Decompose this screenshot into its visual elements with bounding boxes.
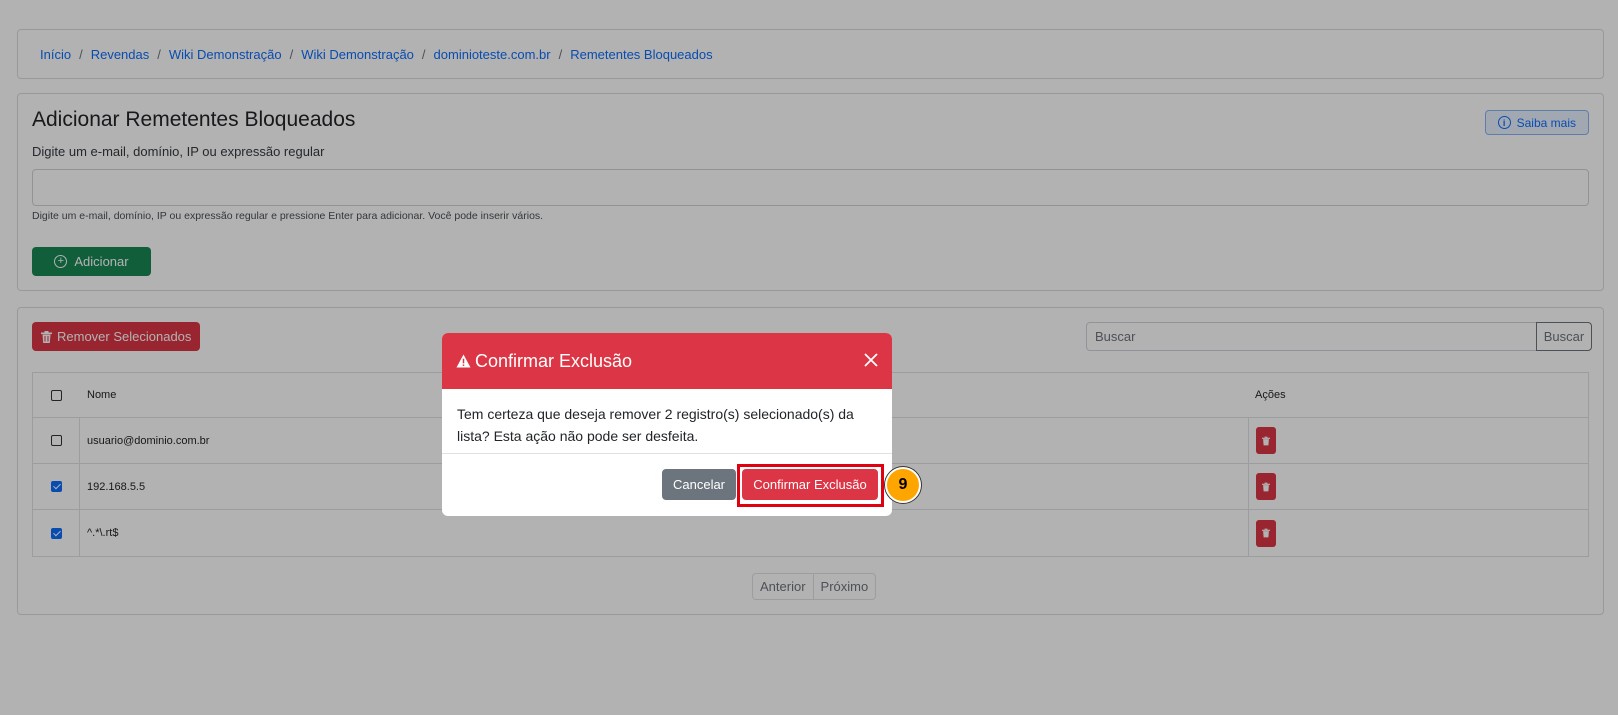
warning-icon — [456, 354, 471, 368]
step-number-badge: 9 — [885, 467, 921, 503]
modal-header: Confirmar Exclusão — [442, 333, 892, 389]
modal-body: Tem certeza que deseja remover 2 registr… — [442, 389, 892, 454]
close-icon[interactable] — [862, 351, 880, 369]
cancel-button[interactable]: Cancelar — [662, 469, 736, 500]
highlight-box — [737, 464, 884, 507]
modal-title: Confirmar Exclusão — [475, 350, 633, 371]
